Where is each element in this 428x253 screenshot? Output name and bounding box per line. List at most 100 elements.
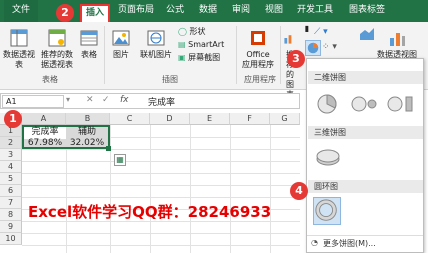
watermark-text: Excel软件学习QQ群：28246933 bbox=[28, 203, 272, 221]
formula-input[interactable]: 完成率 bbox=[148, 95, 175, 108]
row-header[interactable]: 5 bbox=[0, 173, 22, 185]
online-picture-label: 联机图片 bbox=[140, 50, 172, 59]
group-illustrations-label: 插图 bbox=[162, 75, 178, 84]
step-badge: 2 bbox=[56, 4, 74, 22]
picture-button[interactable]: 图片 bbox=[108, 28, 134, 60]
recommended-charts-icon bbox=[284, 35, 292, 44]
fill-handle[interactable] bbox=[106, 146, 111, 151]
cell-b2[interactable]: 32.02% bbox=[66, 138, 108, 150]
gridline bbox=[22, 185, 300, 186]
recommended-pivot-button[interactable]: 推荐的数据透视表 bbox=[38, 28, 76, 70]
doughnut-option[interactable] bbox=[313, 197, 341, 225]
screenshot-icon: ▣ bbox=[178, 53, 186, 62]
pivot-chart-icon bbox=[390, 33, 405, 46]
cell-a2[interactable]: 67.98% bbox=[24, 138, 66, 150]
office-apps-icon bbox=[251, 31, 265, 45]
shapes-button[interactable]: ◯ 形状 bbox=[178, 27, 228, 37]
screenshot-button[interactable]: ▣ 屏幕截图 bbox=[178, 53, 234, 63]
enter-icon[interactable]: ✓ bbox=[102, 95, 110, 105]
name-box-dropdown-icon[interactable]: ▾ bbox=[66, 95, 76, 104]
ribbon-divider bbox=[236, 26, 237, 84]
ribbon-divider bbox=[104, 26, 105, 84]
column-chart-icon[interactable]: ▮ bbox=[302, 24, 312, 34]
name-box[interactable]: A1 bbox=[2, 95, 64, 108]
quick-analysis-icon[interactable]: ▦ bbox=[114, 154, 126, 166]
pie-chart-button[interactable] bbox=[305, 40, 321, 56]
tab-page-layout[interactable]: 页面布局 bbox=[114, 0, 158, 22]
gridline bbox=[150, 125, 151, 253]
row-header[interactable]: 2 bbox=[0, 137, 22, 149]
pivot-chart-button[interactable]: 数据透视图 bbox=[374, 28, 420, 60]
gridline bbox=[190, 125, 191, 253]
picture-icon bbox=[112, 30, 130, 46]
table-icon bbox=[80, 30, 98, 46]
ribbon-divider bbox=[280, 26, 281, 84]
menu-divider bbox=[307, 235, 423, 236]
line-chart-icon[interactable]: ⟋ ▾ bbox=[314, 27, 348, 41]
tab-file[interactable]: 文件 bbox=[4, 0, 38, 22]
tab-data[interactable]: 数据 bbox=[193, 0, 223, 22]
column-header[interactable]: C bbox=[110, 113, 150, 125]
section-2d-pie: 二维饼图 bbox=[308, 71, 423, 84]
scatter-chart-icon[interactable]: ⁘ ▾ bbox=[322, 42, 346, 56]
group-apps-label: 应用程序 bbox=[244, 75, 276, 84]
tab-view[interactable]: 视图 bbox=[259, 0, 289, 22]
gridline bbox=[22, 233, 300, 234]
pie-chart-icon bbox=[307, 42, 319, 54]
table-label: 表格 bbox=[81, 50, 97, 59]
table-button[interactable]: 表格 bbox=[78, 28, 100, 60]
gridline bbox=[22, 161, 300, 162]
insert-function-icon[interactable]: fx bbox=[120, 95, 129, 105]
step-badge: 4 bbox=[290, 182, 308, 200]
pie-3d-option[interactable] bbox=[315, 147, 341, 167]
tab-developer[interactable]: 开发工具 bbox=[292, 0, 338, 22]
pie-chart-dropdown: 二维饼图 三维饼图 圆环图 ◔ 更多饼图(M)... bbox=[306, 58, 424, 253]
tab-review[interactable]: 审阅 bbox=[226, 0, 256, 22]
picture-label: 图片 bbox=[113, 50, 129, 59]
row-header[interactable]: 6 bbox=[0, 185, 22, 197]
group-tables-label: 表格 bbox=[42, 75, 58, 84]
gridline bbox=[110, 125, 111, 253]
more-pie-charts-item[interactable]: 更多饼图(M)... bbox=[323, 238, 376, 249]
tab-insert[interactable]: 插入 bbox=[80, 4, 110, 22]
online-picture-button[interactable]: 联机图片 bbox=[134, 28, 178, 60]
pivot-table-button[interactable]: 数据透视表 bbox=[2, 28, 36, 70]
column-header[interactable]: A bbox=[22, 113, 66, 125]
gridline bbox=[230, 125, 231, 253]
pie-of-pie-option[interactable] bbox=[351, 93, 377, 115]
step-badge: 1 bbox=[4, 110, 22, 128]
section-3d-pie: 三维饼图 bbox=[308, 126, 423, 139]
tab-chart-tools[interactable]: 图表标签 bbox=[342, 0, 392, 22]
pie-2d-option[interactable] bbox=[315, 93, 339, 115]
smartart-button[interactable]: ▤ SmartArt bbox=[178, 40, 234, 50]
pivot-table-icon bbox=[10, 29, 28, 47]
column-header[interactable]: F bbox=[230, 113, 270, 125]
area-chart-icon[interactable] bbox=[360, 26, 374, 40]
smartart-icon: ▤ bbox=[178, 40, 186, 49]
recommended-pivot-label: 推荐的数据透视表 bbox=[41, 50, 73, 69]
office-apps-button[interactable]: Office 应用程序 bbox=[240, 28, 276, 70]
tab-formulas[interactable]: 公式 bbox=[160, 0, 190, 22]
smartart-label: SmartArt bbox=[188, 40, 225, 49]
step-badge: 3 bbox=[287, 50, 305, 68]
row-header[interactable]: 7 bbox=[0, 197, 22, 209]
column-header[interactable]: B bbox=[66, 113, 110, 125]
bar-of-pie-option[interactable] bbox=[387, 93, 415, 115]
gridline bbox=[270, 125, 271, 253]
gridline bbox=[22, 173, 300, 174]
row-header[interactable]: 4 bbox=[0, 161, 22, 173]
column-header[interactable]: D bbox=[150, 113, 190, 125]
section-doughnut: 圆环图 bbox=[308, 180, 423, 193]
cancel-icon[interactable]: ✕ bbox=[86, 95, 94, 105]
doughnut-chart-icon bbox=[315, 199, 337, 221]
row-header[interactable]: 3 bbox=[0, 149, 22, 161]
row-header[interactable]: 10 bbox=[0, 233, 22, 245]
recommended-pivot-icon bbox=[48, 29, 66, 47]
column-header[interactable]: E bbox=[190, 113, 230, 125]
row-header[interactable]: 9 bbox=[0, 221, 22, 233]
office-apps-label: Office bbox=[246, 50, 270, 59]
row-header[interactable]: 8 bbox=[0, 209, 22, 221]
column-header[interactable]: G bbox=[270, 113, 300, 125]
office-apps-label-2: 应用程序 bbox=[242, 60, 274, 69]
pivot-table-label: 数据透视表 bbox=[3, 50, 35, 69]
